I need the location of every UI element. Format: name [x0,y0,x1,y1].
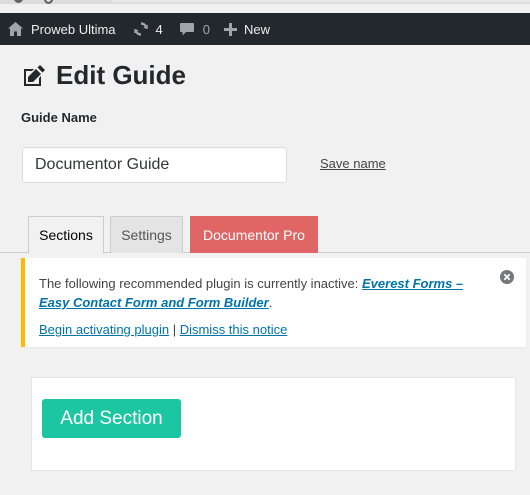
browser-chrome-strip [0,0,530,13]
page-title: Edit Guide [56,60,186,90]
notice-separator: | [169,322,180,337]
admin-bar-site[interactable]: Proweb Ultima [0,13,116,45]
site-name: Proweb Ultima [31,21,116,37]
home-icon [7,21,24,37]
edit-icon [22,64,46,88]
notice-message: The following recommended plugin is curr… [39,274,489,312]
save-name-link[interactable]: Save name [320,156,386,171]
guide-name-input[interactable] [22,147,287,183]
address-bar[interactable] [112,0,530,2]
plugin-notice: The following recommended plugin is curr… [21,258,526,347]
comment-icon [179,22,195,37]
admin-bar-comments[interactable]: 0 [179,13,210,45]
begin-activating-link[interactable]: Begin activating plugin [39,322,169,337]
guide-tabs: Sections Settings Documentor Pro [0,216,530,254]
tab-sections[interactable]: Sections [28,216,104,254]
admin-bar-new[interactable]: New [224,13,270,45]
refresh-icon [132,21,150,37]
add-section-button[interactable]: Add Section [42,399,181,438]
page-header: Edit Guide [22,60,186,91]
admin-bar: Proweb Ultima 4 0 New [0,13,530,45]
tab-settings[interactable]: Settings [110,216,183,253]
updates-count: 4 [155,21,163,37]
comments-count: 0 [202,21,210,37]
notice-actions: Begin activating plugin | Dismiss this n… [39,320,287,339]
new-label: New [244,21,271,37]
sections-panel: Add Section [31,377,516,471]
admin-bar-updates[interactable]: 4 [132,13,163,45]
notice-text: The following recommended plugin is curr… [39,276,362,291]
tab-documentor-pro[interactable]: Documentor Pro [190,216,318,253]
notice-text-end: . [268,295,273,310]
dismiss-notice-link[interactable]: Dismiss this notice [180,322,288,337]
close-circle-icon[interactable] [500,270,514,284]
guide-name-label: Guide Name [21,110,97,125]
plus-icon [224,22,237,36]
